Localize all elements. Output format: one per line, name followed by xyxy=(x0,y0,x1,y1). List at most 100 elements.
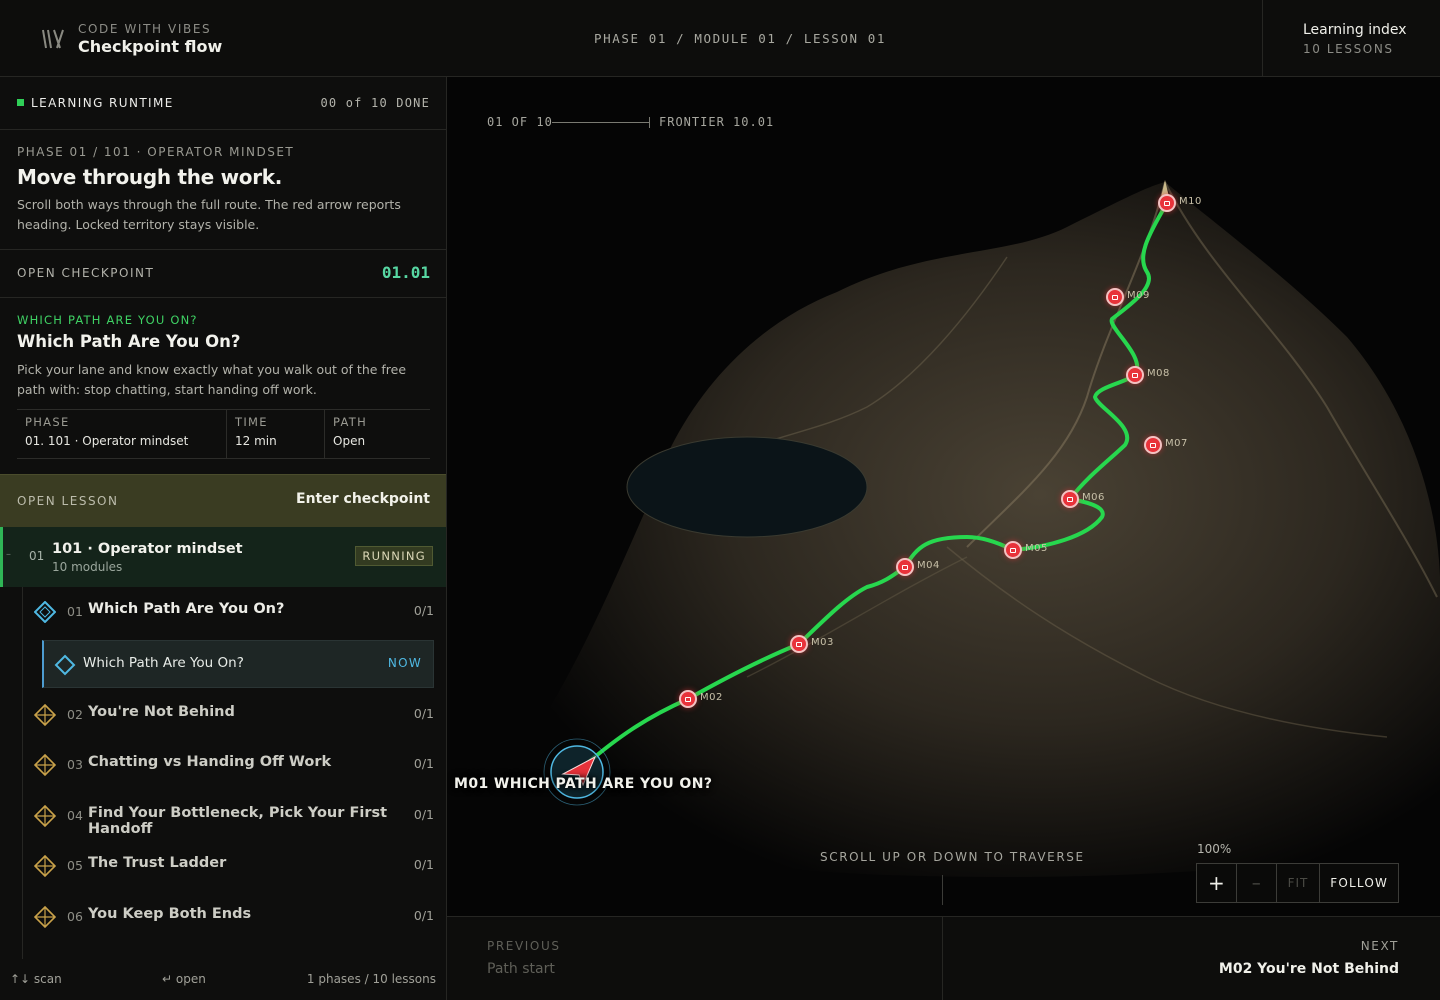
next-label: NEXT xyxy=(1360,939,1399,953)
meta-path: PATH Open xyxy=(325,410,430,458)
item-count: 0/1 xyxy=(413,857,434,872)
module-number: 01 xyxy=(29,549,45,563)
item-number: 05 xyxy=(67,858,83,873)
phase-lesson-count: 1 phases / 10 lessons xyxy=(306,972,436,986)
phase-eyebrow: PHASE 01 / 101 · OPERATOR MINDSET xyxy=(17,145,295,159)
checkpoint-marker-m10[interactable] xyxy=(1158,194,1176,212)
lock-icon xyxy=(1112,295,1118,300)
lock-icon xyxy=(1132,373,1138,378)
zoom-out-button[interactable]: – xyxy=(1237,864,1277,902)
collapse-icon[interactable]: – xyxy=(6,549,11,560)
meta-path-value: Open xyxy=(333,434,366,448)
item-count: 0/1 xyxy=(413,908,434,923)
mountain-terrain xyxy=(487,182,1440,877)
brand-logo-icon xyxy=(42,29,64,49)
item-title: The Trust Ladder xyxy=(88,855,227,871)
checkpoint-marker-label: M02 xyxy=(700,692,723,703)
learning-index-title: Learning index xyxy=(1303,22,1407,38)
brand-eyebrow: CODE WITH VIBES xyxy=(78,22,212,36)
open-checkpoint-row[interactable]: OPEN CHECKPOINT 01.01 xyxy=(0,250,446,298)
checkpoint-marker-m05[interactable] xyxy=(1004,541,1022,559)
checkpoint-marker-label: M08 xyxy=(1147,368,1170,379)
lake xyxy=(626,436,868,538)
item-count: 0/1 xyxy=(413,807,434,822)
module-title: 101 · Operator mindset xyxy=(52,541,243,557)
phase-title: Move through the work. xyxy=(17,165,283,189)
diamond-gold-icon xyxy=(34,906,56,928)
checkpoint-marker-label: M09 xyxy=(1127,290,1150,301)
sidebar-footer: ↑↓ scan ↵ open 1 phases / 10 lessons xyxy=(0,959,446,1000)
lock-icon xyxy=(1150,443,1156,448)
sub-item-title: Which Path Are You On? xyxy=(83,655,244,671)
learning-index-button[interactable]: Learning index 10 LESSONS xyxy=(1262,0,1440,76)
zoom-in-button[interactable]: + xyxy=(1197,864,1237,902)
checkpoint-marker-m02[interactable] xyxy=(679,690,697,708)
zoom-controls: + – FIT FOLLOW xyxy=(1196,863,1399,903)
list-item[interactable]: 01 Which Path Are You On? 0/1 xyxy=(30,587,440,637)
item-title: You're Not Behind xyxy=(88,704,235,720)
checkpoint-marker-m03[interactable] xyxy=(790,635,808,653)
now-badge: NOW xyxy=(387,656,422,670)
brand[interactable]: CODE WITH VIBES Checkpoint flow xyxy=(40,22,222,56)
list-item[interactable]: 02 You're Not Behind 0/1 xyxy=(30,690,440,740)
breadcrumb: PHASE 01 / MODULE 01 / LESSON 01 xyxy=(594,31,887,46)
open-lesson-button[interactable]: OPEN LESSON Enter checkpoint xyxy=(0,474,446,527)
lock-icon xyxy=(1067,497,1073,502)
checkpoint-marker-m07[interactable] xyxy=(1144,436,1162,454)
checkpoint-marker-label: M03 xyxy=(811,637,834,648)
lock-icon xyxy=(902,565,908,570)
tree-connector xyxy=(22,587,23,959)
next-title: M02 You're Not Behind xyxy=(1218,961,1399,977)
phase-description: Scroll both ways through the full route.… xyxy=(17,197,401,232)
checkpoint-marker-m06[interactable] xyxy=(1061,490,1079,508)
checkpoint-marker-label: M06 xyxy=(1082,492,1105,503)
list-item[interactable]: 03 Chatting vs Handing Off Work 0/1 xyxy=(30,740,440,790)
fit-button[interactable]: FIT xyxy=(1277,864,1321,902)
item-number: 03 xyxy=(67,757,83,772)
route-map[interactable]: 01 OF 10 FRONTIER 10.01 M02 M03 M04 M05 M06 M… xyxy=(447,77,1440,917)
runtime-label: LEARNING RUNTIME xyxy=(31,96,174,110)
module-subtitle: 10 modules xyxy=(52,560,123,574)
checkpoint-marker-m08[interactable] xyxy=(1126,366,1144,384)
scroll-hint: SCROLL UP OR DOWN TO TRAVERSE xyxy=(820,850,1085,864)
diamond-gold-icon xyxy=(34,855,56,877)
item-title: Chatting vs Handing Off Work xyxy=(88,754,332,770)
diamond-gold-icon xyxy=(34,805,56,827)
list-item[interactable]: 06 You Keep Both Ends 0/1 xyxy=(30,892,440,942)
checkpoint-marker-m09[interactable] xyxy=(1106,288,1124,306)
module-row[interactable]: – 01 101 · Operator mindset 10 modules R… xyxy=(0,527,446,587)
zoom-level: 100% xyxy=(1197,842,1232,856)
lock-icon xyxy=(1164,201,1170,206)
enter-checkpoint-label: Enter checkpoint xyxy=(296,491,430,507)
open-hint: ↵ open xyxy=(162,972,206,986)
previous-label: PREVIOUS xyxy=(487,939,561,953)
status-badge: RUNNING xyxy=(355,546,433,566)
previous-title: Path start xyxy=(487,961,555,977)
lesson-eyebrow: WHICH PATH ARE YOU ON? xyxy=(17,313,198,327)
frontier-label: FRONTIER 10.01 xyxy=(659,115,775,129)
current-checkpoint-label[interactable]: M01 WHICH PATH ARE YOU ON? xyxy=(454,776,712,792)
current-sub-item[interactable]: Which Path Are You On? NOW xyxy=(42,640,434,688)
checkpoint-marker-label: M05 xyxy=(1025,543,1048,554)
lock-icon xyxy=(685,697,691,702)
runtime-row: LEARNING RUNTIME 00 of 10 DONE xyxy=(0,77,446,130)
checkpoint-id: 01.01 xyxy=(381,263,430,282)
diamond-gold-icon xyxy=(34,704,56,726)
follow-button[interactable]: FOLLOW xyxy=(1320,864,1398,902)
scroll-indicator xyxy=(942,875,943,905)
phase-block: PHASE 01 / 101 · OPERATOR MINDSET Move t… xyxy=(0,130,446,250)
runtime-progress-count: 00 of 10 DONE xyxy=(320,96,430,110)
checkpoint-marker-label: M07 xyxy=(1165,438,1188,449)
item-count: 0/1 xyxy=(413,706,434,721)
sidebar: LEARNING RUNTIME 00 of 10 DONE PHASE 01 … xyxy=(0,77,447,1000)
diamond-blue-icon xyxy=(34,601,56,623)
list-item[interactable]: 05 The Trust Ladder 0/1 xyxy=(30,841,440,891)
meta-phase-value: 01. 101 · Operator mindset xyxy=(25,434,189,448)
previous-button[interactable]: PREVIOUS Path start xyxy=(447,917,943,1000)
next-button[interactable]: NEXT M02 You're Not Behind xyxy=(944,917,1440,1000)
list-item[interactable]: 04 Find Your Bottleneck, Pick Your First… xyxy=(30,791,440,841)
checkpoint-marker-m04[interactable] xyxy=(896,558,914,576)
brand-title: Checkpoint flow xyxy=(78,37,223,56)
item-count: 0/1 xyxy=(413,756,434,771)
learning-index-count: 10 LESSONS xyxy=(1303,42,1394,56)
